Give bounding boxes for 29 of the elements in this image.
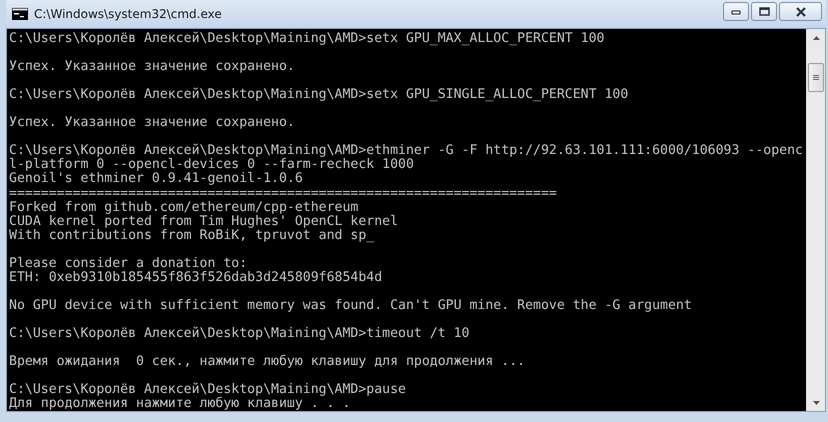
console-line: ===================================================================== [9, 186, 557, 201]
console-line: C:\Users\Королёв Алексей\Desktop\Maining\AMD>timeout /t 10 [9, 326, 470, 342]
console-line: Успех. Указанное значение сохранено. [9, 116, 295, 130]
console-line: Время ожидания 0 сек., нажмите любую клавишу для продолжения ... [9, 355, 526, 370]
scroll-up-icon[interactable] [812, 36, 820, 40]
console-line: l-platform 0 --opencl-devices 0 --farm-recheck 1000 [9, 158, 414, 172]
minimize-icon [731, 8, 741, 14]
console-line: Please consider a donation to: [9, 256, 248, 271]
minimize-button[interactable] [723, 2, 749, 21]
console-line: C:\Users\Королёв Алексей\Desktop\Maining\AMD>ethminer -G -F http://92.63.101.111:6000/106093 --openc [9, 144, 803, 158]
console-icon [12, 8, 28, 20]
console-line: CUDA kernel ported from Tim Hughes' OpenCL kernel [9, 214, 398, 229]
console-line: Forked from github.com/ethereum/cpp-ethereum [9, 200, 358, 215]
console-line: With contributions from RoBiK, tpruvot and sp_ [9, 228, 374, 243]
console-line: ETH: 0xeb9310b185455f863f526dab3d245809f6854b4d [9, 270, 382, 285]
maximize-button[interactable] [751, 2, 777, 21]
close-button[interactable] [779, 2, 822, 21]
scroll-down-icon[interactable] [812, 400, 820, 404]
console-line: C:\Users\Королёв Алексей\Desktop\Maining\AMD>setx GPU_MAX_ALLOC_PERCENT 100 [9, 32, 604, 46]
maximize-icon [758, 7, 770, 16]
scroll-thumb[interactable] [808, 63, 824, 92]
window-title: C:\Windows\system32\cmd.exe [34, 7, 223, 21]
close-icon [794, 6, 806, 16]
console-line: Genoil's ethminer 0.9.41-genoil-1.0.6 [9, 172, 303, 187]
console-line: C:\Users\Королёв Алексей\Desktop\Maining\AMD>setx GPU_SINGLE_ALLOC_PERCENT 100 [9, 88, 628, 102]
console-line: Успех. Указанное значение сохранено. [9, 60, 295, 74]
console-line: C:\Users\Королёв Алексей\Desktop\Maining\AMD>pause [9, 383, 406, 398]
console-line: Для продолжения нажмите любую клавишу . . . [9, 397, 350, 411]
console-line: No GPU device with sufficient memory was found. Can't GPU mine. Remove the -G argument [9, 298, 692, 313]
